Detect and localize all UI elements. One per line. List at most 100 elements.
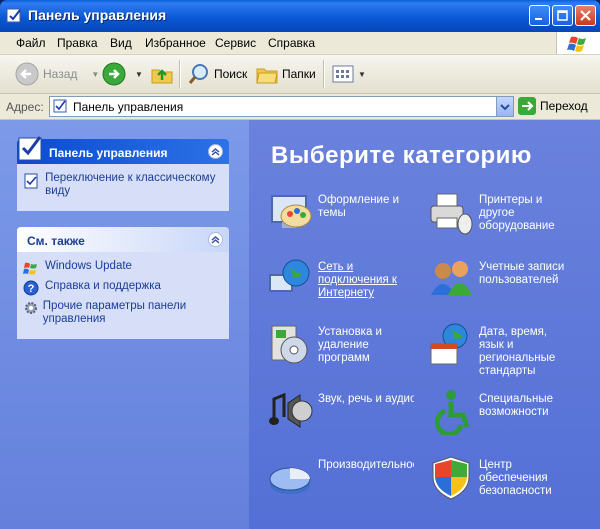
category-appearance-label: Оформление и темы [318,194,399,219]
datetime-icon [430,323,468,365]
maximize-icon [557,10,568,21]
see-also-title: См. также [27,234,85,248]
see-also-panel-header[interactable]: См. также [17,227,229,252]
address-input[interactable]: Панель управления [49,96,514,117]
control-panel-icon [6,8,21,23]
category-sound[interactable]: Звук, речь и аудиоустройства [266,387,416,447]
switch-view-icon [24,173,38,189]
minimize-button[interactable] [529,5,550,26]
sound-icon [269,392,313,428]
category-security-label: Центр обеспечения безопасности [479,459,552,497]
switch-classic-view-text: Переключение к классическому виду [45,172,216,197]
performance-icon [269,467,311,494]
category-appearance[interactable]: Оформление и темы [266,188,416,248]
windows-update-link[interactable]: Windows Update [23,260,223,276]
add-remove-icon [271,325,308,364]
folders-label: Папки [282,67,316,81]
category-security[interactable]: Центр обеспечения безопасности [427,453,577,513]
back-label: Назад [43,67,78,81]
other-options-text: Прочие параметры панели управления [42,300,187,325]
title-bar[interactable]: Панель управления [0,0,600,32]
toolbar-separator [179,60,181,88]
search-button[interactable]: Поиск [187,55,247,93]
category-printers[interactable]: Принтеры и другое оборудование [427,188,577,248]
control-panel-icon [18,136,42,161]
address-value: Панель управления [73,100,184,114]
control-panel-panel-title: Панель управления [49,146,168,160]
minimize-icon [535,18,542,20]
category-datetime-label: Дата, время, язык и региональные стандар… [479,326,556,377]
address-bar: Адрес: Панель управления Переход [0,94,600,120]
windows-update-icon [23,262,37,275]
task-pane: Панель управления Переключение к классич… [0,120,249,529]
switch-classic-view-link[interactable]: Переключение к классическому виду [23,172,223,198]
category-sound-label: Звук, речь и аудиоустройства [318,393,414,405]
search-label: Поиск [214,67,248,81]
gear-icon [25,302,37,314]
other-options-link[interactable]: Прочие параметры панели управления [23,300,223,326]
menu-bar: Файл Правка Вид Избранное Сервис Справка [0,32,600,55]
control-panel-panel: Панель управления Переключение к классич… [17,136,229,211]
category-performance[interactable]: Производительность и [266,453,416,513]
folders-icon [256,68,278,84]
svg-text:?: ? [28,283,35,295]
folders-button[interactable]: Папки [255,55,316,93]
category-accessibility[interactable]: Специальные возможности [427,387,577,447]
chevron-up-icon [211,236,220,244]
forward-button[interactable]: ▼ [101,55,143,93]
go-arrow-icon [518,97,536,115]
back-button[interactable]: Назад ▼ [14,55,99,93]
category-users-label: Учетные записи пользователей [479,261,565,286]
see-also-panel-body: Windows Update ? Справка и поддержка Про… [17,252,229,338]
control-panel-small-icon [53,99,67,113]
address-label: Адрес: [6,100,44,114]
maximize-button[interactable] [552,5,573,26]
help-support-text: Справка и поддержка [45,280,161,292]
appearance-icon [271,195,312,228]
category-add-remove[interactable]: Установка и удаление программ [266,320,416,380]
menu-tools[interactable]: Сервис [215,36,256,50]
menu-view[interactable]: Вид [110,36,132,50]
menu-favorites[interactable]: Избранное [145,36,206,50]
address-dropdown-button[interactable] [496,97,513,116]
see-also-panel: См. также Windows Update ? Справка и под… [17,227,229,339]
go-button[interactable]: Переход [518,97,588,115]
category-accessibility-label: Специальные возможности [479,393,554,418]
users-icon [431,261,472,295]
toolbar: Назад ▼ ▼ Поиск Папки ▼ [0,55,600,94]
menu-help[interactable]: Справка [268,36,315,50]
search-icon [188,64,208,84]
menu-file[interactable]: Файл [16,36,46,50]
control-panel-panel-body: Переключение к классическому виду [17,164,229,210]
printer-icon [430,193,473,235]
category-performance-label: Производительность и [318,459,414,471]
category-datetime[interactable]: Дата, время, язык и региональные стандар… [427,320,577,380]
views-dropdown-icon[interactable]: ▼ [358,70,366,79]
close-button[interactable] [575,5,596,26]
category-users[interactable]: Учетные записи пользователей [427,255,577,315]
chevron-up-icon [211,148,220,156]
forward-arrow-icon [102,62,126,86]
toolbar-separator [323,60,325,88]
help-icon: ? [23,280,39,296]
window: Панель управления Файл Правка Вид Избран… [0,0,600,529]
close-icon [580,10,591,21]
network-icon [269,259,310,292]
up-button[interactable] [150,55,174,93]
windows-update-text: Windows Update [45,260,132,272]
category-network[interactable]: Сеть и подключения к Интернету [266,255,416,315]
category-add-remove-label: Установка и удаление программ [318,326,382,364]
window-title: Панель управления [28,7,167,23]
content-area: Панель управления Переключение к классич… [0,120,600,529]
control-panel-panel-header[interactable]: Панель управления [17,136,229,164]
forward-dropdown-icon[interactable]: ▼ [135,70,143,79]
menu-edit[interactable]: Правка [57,36,98,50]
back-dropdown-icon[interactable]: ▼ [91,70,99,79]
collapse-button[interactable] [208,232,223,247]
category-printers-label: Принтеры и другое оборудование [479,194,555,232]
windows-logo [556,32,600,54]
views-button[interactable]: ▼ [331,55,366,93]
collapse-button[interactable] [208,144,223,159]
help-support-link[interactable]: ? Справка и поддержка [23,280,223,296]
windows-flag-icon [567,36,586,52]
